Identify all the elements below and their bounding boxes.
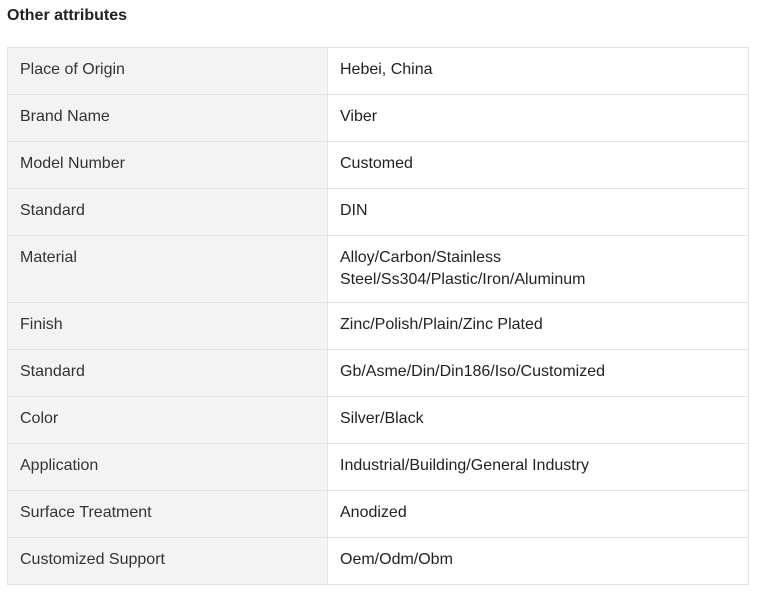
attributes-table: Place of Origin Hebei, China Brand Name … [7,47,749,585]
table-row: Standard DIN [7,188,749,236]
attribute-key: Surface Treatment [7,490,328,538]
attribute-value: Alloy/Carbon/Stainless Steel/Ss304/Plast… [327,235,749,303]
attribute-key: Customized Support [7,537,328,585]
attribute-key: Brand Name [7,94,328,142]
table-row: Surface Treatment Anodized [7,490,749,538]
attribute-value: Zinc/Polish/Plain/Zinc Plated [327,302,749,350]
table-row: Finish Zinc/Polish/Plain/Zinc Plated [7,302,749,350]
attribute-value: Anodized [327,490,749,538]
attributes-table-body: Place of Origin Hebei, China Brand Name … [7,47,749,585]
table-row: Application Industrial/Building/General … [7,443,749,491]
attribute-value: Gb/Asme/Din/Din186/Iso/Customized [327,349,749,397]
table-row: Standard Gb/Asme/Din/Din186/Iso/Customiz… [7,349,749,397]
attribute-value: Oem/Odm/Obm [327,537,749,585]
table-row: Brand Name Viber [7,94,749,142]
table-row: Customized Support Oem/Odm/Obm [7,537,749,585]
attribute-key: Standard [7,188,328,236]
attribute-key: Material [7,235,328,303]
table-row: Color Silver/Black [7,396,749,444]
attribute-key: Place of Origin [7,47,328,95]
section-title: Other attributes [7,7,128,24]
attribute-value: Viber [327,94,749,142]
table-row: Material Alloy/Carbon/Stainless Steel/Ss… [7,235,749,303]
attribute-value: Customed [327,141,749,189]
attribute-value: DIN [327,188,749,236]
attribute-key: Model Number [7,141,328,189]
table-row: Place of Origin Hebei, China [7,47,749,95]
attribute-key: Standard [7,349,328,397]
attribute-key: Color [7,396,328,444]
attribute-key: Finish [7,302,328,350]
table-row: Model Number Customed [7,141,749,189]
attribute-key: Application [7,443,328,491]
attribute-value: Industrial/Building/General Industry [327,443,749,491]
attribute-value: Hebei, China [327,47,749,95]
attribute-value: Silver/Black [327,396,749,444]
